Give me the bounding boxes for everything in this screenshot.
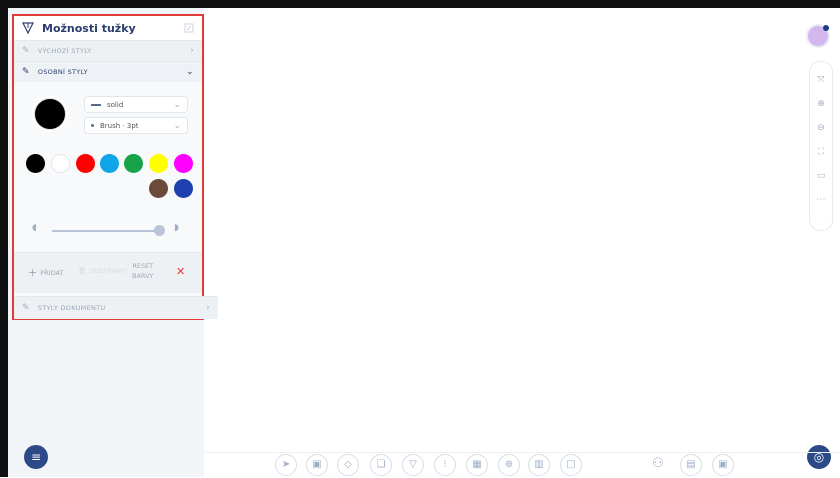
text-icon[interactable]: ⁝ [434,454,456,476]
color-swatch-navy[interactable] [174,179,193,198]
opacity-low-icon: ◖ [32,223,37,233]
color-swatch-red[interactable] [76,154,95,173]
color-swatch-white[interactable] [51,154,70,173]
remove-label: ODSTRANIT [89,267,127,275]
opacity-slider-track[interactable] [52,230,162,232]
section-label: OSOBNÍ STYLY [37,68,88,76]
color-swatch-yellow[interactable] [149,154,168,173]
chevron-right-icon: › [206,303,210,313]
note-icon[interactable]: □ [560,454,582,476]
expand-icon[interactable]: ⤧ [815,74,827,86]
present-icon[interactable]: ▭ [815,170,827,182]
fit-icon[interactable]: ⛶ [815,146,827,158]
opacity-slider-knob[interactable] [154,225,165,236]
brush-dot-icon [91,124,94,127]
selected-color-swatch[interactable] [34,98,66,130]
pen-options-panel: Možnosti tužky ✎ VÝCHOZÍ STYLY › ✎ OSOBN… [12,14,218,320]
line-style-value: solid [107,100,124,109]
section-label: STYLY DOKUMENTU [37,304,106,312]
reset-colors-button[interactable]: RESET BARVY [132,261,153,281]
panel-header: Možnosti tužky [14,16,202,40]
section-default-styles[interactable]: ✎ VÝCHOZÍ STYLY › [14,40,202,61]
remove-button[interactable]: 🗑 ODSTRANIT [78,267,127,275]
trash-icon: 🗑 [78,267,87,275]
style-actions-bar: + PŘIDAT 🗑 ODSTRANIT RESET BARVY ✕ [14,252,202,293]
table-icon[interactable]: ▦ [466,454,488,476]
zoom-out-icon[interactable]: ⊖ [815,122,827,134]
brush-style-icon: ✎ [22,67,30,77]
zoom-in-icon[interactable]: ⊕ [815,98,827,110]
section-document-styles[interactable]: ✎ STYLY DOKUMENTU › [14,296,218,319]
line-icon [91,103,101,106]
reset-label-line2: BARVY [132,272,154,280]
web-icon[interactable]: ⊕ [498,454,520,476]
section-personal-styles[interactable]: ✎ OSOBNÍ STYLY ⌄ [14,61,202,82]
personal-styles-body: solid ⌄ Brush · 3pt ⌄ ◖ ◗ [14,82,202,250]
media-icon[interactable]: ▣ [306,454,328,476]
right-toolbar: ⤧ ⊕ ⊖ ⛶ ▭ ⋯ [809,61,833,231]
shapes-icon[interactable]: ❏ [370,454,392,476]
opacity-high-icon: ◗ [174,223,179,233]
close-icon[interactable]: ✕ [176,265,185,278]
dashboard-icon[interactable]: ▣ [712,454,734,476]
color-swatch-brown[interactable] [149,179,168,198]
pointer-icon[interactable]: ➤ [275,454,297,476]
chevron-down-icon: ⌄ [173,99,181,110]
plus-icon: + [28,266,38,279]
bottom-toolbar [204,452,840,478]
menu-button[interactable]: ≡ [24,445,48,469]
eraser-icon[interactable]: ◇ [337,454,359,476]
add-label: PŘIDAT [40,268,64,277]
status-badge [823,25,829,31]
minimize-icon[interactable] [184,23,194,33]
section-label: VÝCHOZÍ STYLY [37,47,92,55]
add-button[interactable]: + PŘIDAT [28,266,63,279]
chevron-right-icon: › [190,46,194,56]
color-swatch-magenta[interactable] [174,154,193,173]
color-swatch-black[interactable] [26,154,45,173]
line-style-select[interactable]: solid ⌄ [84,96,188,113]
color-swatch-blue[interactable] [100,154,119,173]
color-swatch-green[interactable] [124,154,143,173]
more-icon[interactable]: ⋯ [815,194,827,206]
library-icon[interactable]: ▤ [680,454,702,476]
menu-icon: ≡ [30,450,42,464]
brush-style-icon: ✎ [22,46,30,56]
pen-icon[interactable]: ▽ [402,454,424,476]
chevron-down-icon: ⌄ [186,67,194,77]
pen-nib-icon [22,22,34,34]
chart-icon[interactable]: ▥ [528,454,550,476]
users-icon[interactable]: ⚇ [648,454,668,474]
panel-title: Možnosti tužky [42,21,136,35]
brush-size-value: Brush · 3pt [100,121,139,130]
brush-style-icon: ✎ [22,303,30,313]
chevron-down-icon: ⌄ [173,120,181,131]
reset-label-line1: RESET [132,262,154,270]
brush-size-select[interactable]: Brush · 3pt ⌄ [84,117,188,134]
